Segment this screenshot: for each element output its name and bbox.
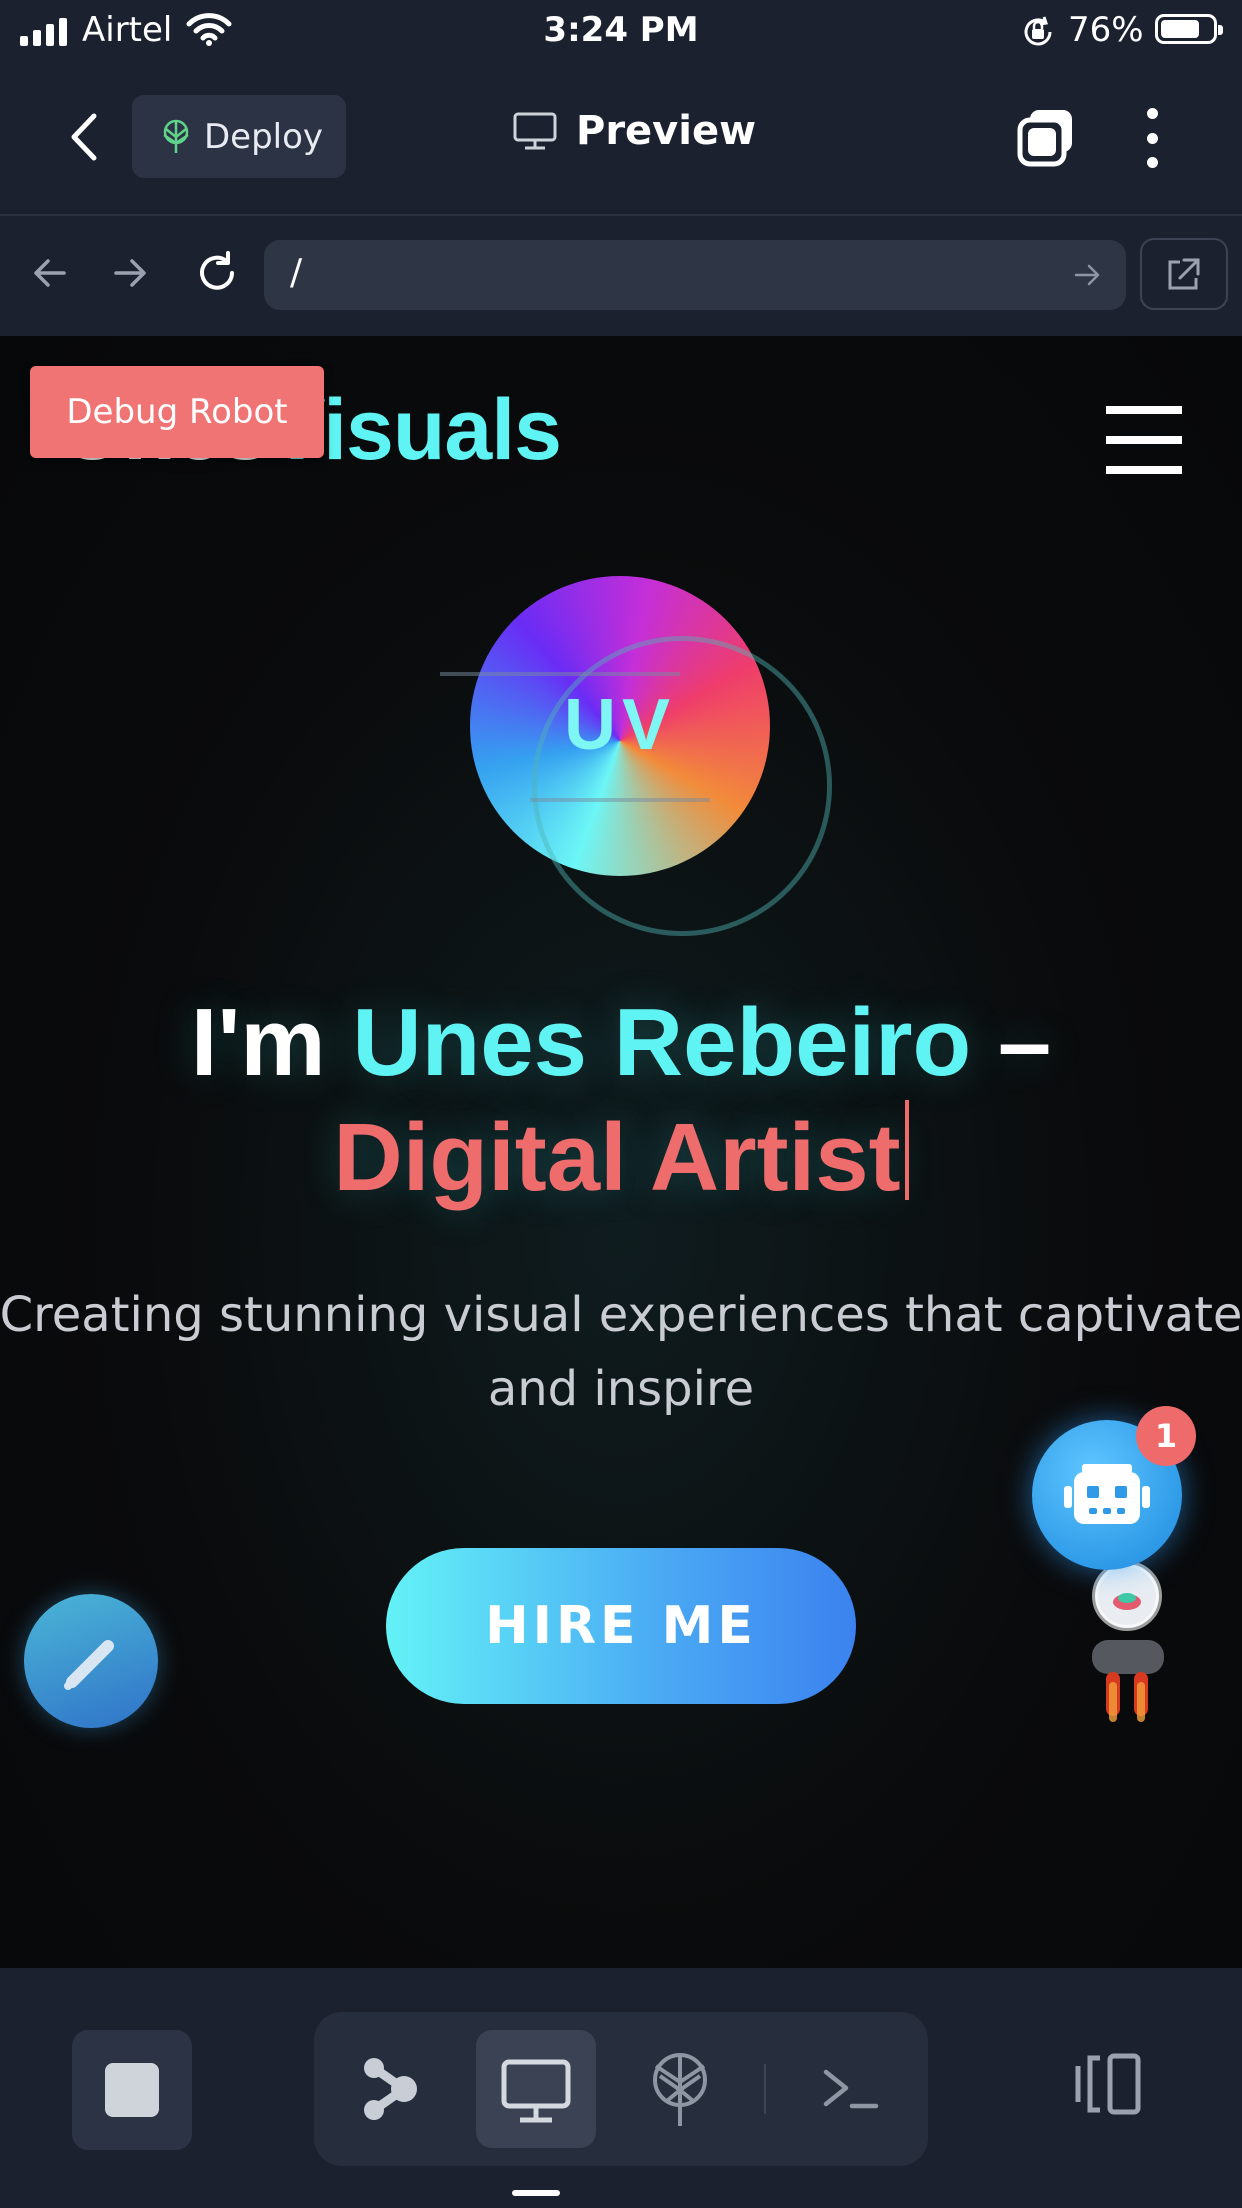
segment-divider (764, 2064, 766, 2114)
bottom-toolbar (0, 1968, 1242, 2208)
battery-percent: 76% (1068, 10, 1144, 50)
tab-deploy[interactable] (620, 2030, 740, 2148)
stop-button[interactable] (72, 2030, 192, 2150)
typing-cursor (904, 1100, 909, 1200)
layout-panels-icon[interactable] (1068, 2044, 1148, 2124)
avatar-decor-line (530, 798, 710, 802)
tab-graph[interactable] (328, 2030, 448, 2148)
go-arrow-icon[interactable] (1074, 262, 1102, 288)
pencil-icon (64, 1640, 114, 1690)
monitor-icon (501, 2059, 571, 2123)
view-switcher (314, 2012, 928, 2166)
debug-robot-badge[interactable]: Debug Robot (30, 366, 324, 458)
hire-me-button[interactable]: HIRE ME (386, 1548, 856, 1704)
home-indicator (512, 2190, 560, 2196)
terminal-icon (823, 2069, 879, 2109)
back-button[interactable] (60, 110, 110, 164)
avatar-initials: UV (563, 685, 677, 765)
deploy-tree-icon (163, 119, 189, 153)
open-external-button[interactable] (1140, 238, 1228, 310)
url-text: / (290, 252, 303, 293)
monitor-icon (513, 112, 557, 150)
tab-terminal[interactable] (790, 2030, 910, 2148)
deploy-tree-icon (653, 2053, 707, 2126)
more-vertical-icon[interactable] (1140, 108, 1164, 168)
graph-icon (364, 2058, 417, 2120)
headline-dash: – (971, 989, 1052, 1096)
battery-icon (1155, 14, 1223, 44)
preview-title: Preview (512, 108, 756, 154)
tab-preview[interactable] (476, 2030, 596, 2148)
stop-icon (105, 2063, 159, 2117)
nav-back-button[interactable] (30, 256, 68, 290)
avatar-decor-line (440, 672, 680, 676)
hamburger-icon[interactable] (1106, 406, 1182, 474)
notification-badge: 1 (1136, 1406, 1196, 1466)
nav-forward-button[interactable] (112, 256, 150, 290)
edit-button[interactable] (24, 1594, 158, 1728)
avatar: UV (440, 576, 840, 976)
headline-prefix: I'm (190, 989, 353, 1096)
external-link-icon (1168, 258, 1200, 290)
status-bar: Airtel 3:24 PM 76% (0, 0, 1242, 62)
rotation-lock-icon (1024, 16, 1052, 46)
hero-headline: I'm Unes Rebeiro – Digital Artist (0, 986, 1242, 1215)
site-preview: UnesVisuals Debug Robot UV I'm Unes Rebe… (0, 336, 1242, 1968)
reload-button[interactable] (194, 250, 240, 296)
tabs-icon[interactable] (1014, 106, 1078, 170)
page-title: Preview (576, 108, 757, 154)
headline-role: Digital Artist (333, 1104, 901, 1211)
deploy-label: Deploy (204, 116, 324, 157)
deploy-button[interactable]: Deploy (132, 95, 346, 178)
hero-subtitle: Creating stunning visual experiences tha… (0, 1287, 1242, 1417)
headline-name: Unes Rebeiro (352, 989, 972, 1096)
url-input[interactable]: / (264, 240, 1126, 310)
avatar-ring (532, 636, 832, 936)
app-header: Airtel 3:24 PM 76% Deploy Preview (0, 0, 1242, 214)
